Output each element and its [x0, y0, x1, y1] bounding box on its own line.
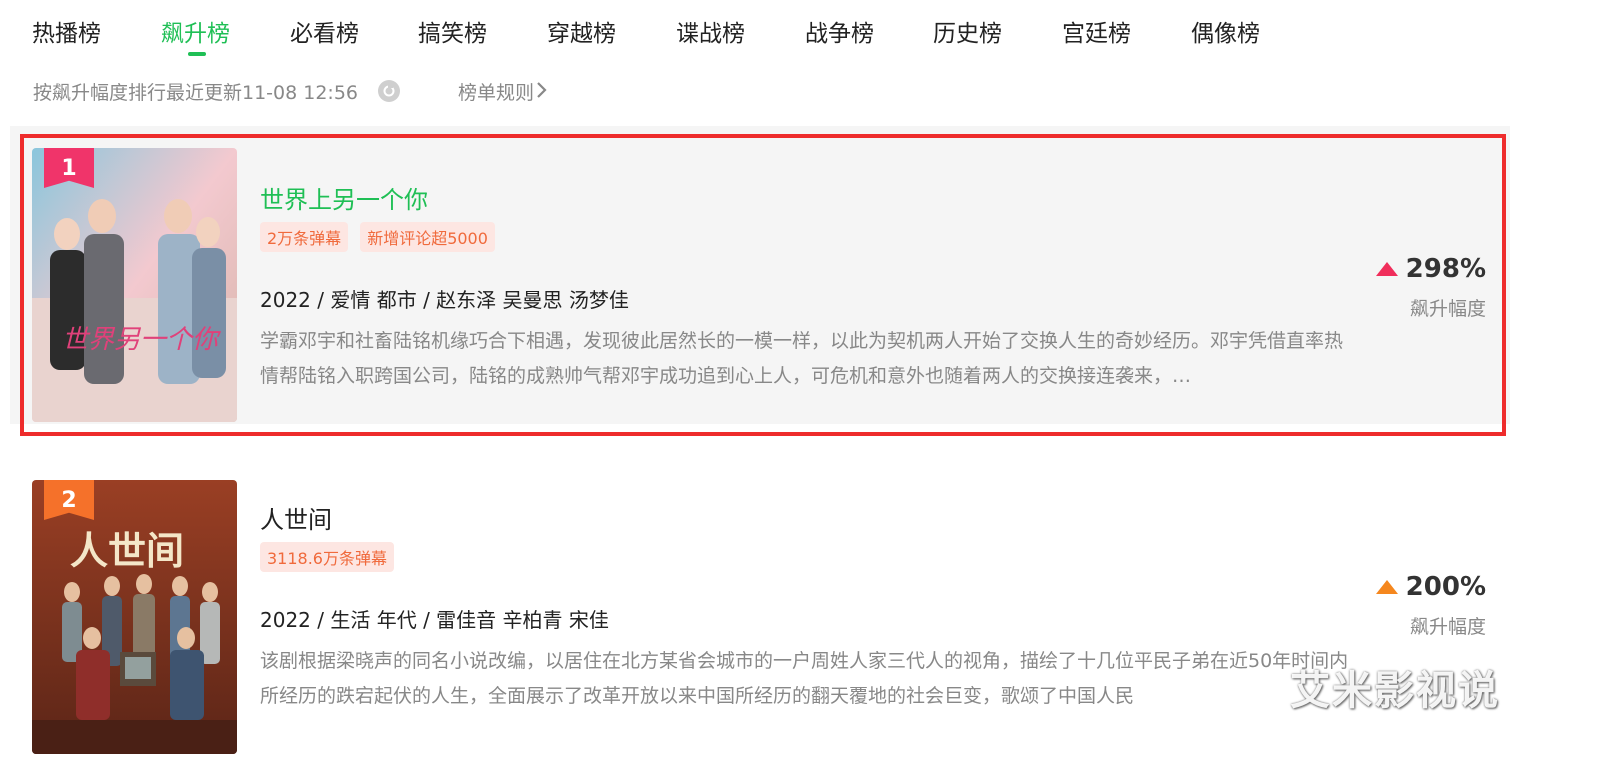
tag-list: 2万条弹幕 新增评论超5000	[260, 222, 495, 252]
rank-item-2[interactable]: 人世间 2 人世间 3118.6万条弹幕 2022 / 生活 年代 / 雷佳音 …	[10, 458, 1510, 756]
rate-block: 298% 飙升幅度	[1375, 254, 1486, 321]
poster-image[interactable]: 人世间 2	[32, 480, 237, 754]
rank-tabs: 热播榜 飙升榜 必看榜 搞笑榜 穿越榜 谍战榜 战争榜 历史榜 宫廷榜 偶像榜	[0, 0, 1608, 64]
tab-idol[interactable]: 偶像榜	[1191, 14, 1260, 48]
svg-text:人世间: 人世间	[70, 528, 184, 573]
rank-item-1[interactable]: 世界另一个你 1 世界上另一个你 2万条弹幕 新增评论超5000 2022 / …	[10, 126, 1510, 436]
item-meta: 2022 / 生活 年代 / 雷佳音 辛柏青 宋佳	[260, 608, 609, 632]
tab-time-travel[interactable]: 穿越榜	[547, 14, 616, 48]
refresh-icon[interactable]	[378, 80, 400, 102]
rank-rules-link[interactable]: 榜单规则	[458, 78, 534, 105]
svg-text:世界另一个你: 世界另一个你	[62, 325, 222, 355]
rate-block: 200% 飙升幅度	[1375, 572, 1486, 639]
tab-war[interactable]: 战争榜	[805, 14, 874, 48]
rise-rate-value: 298%	[1405, 254, 1486, 284]
tag-comments: 新增评论超5000	[360, 222, 495, 252]
rise-rate: 298%	[1375, 254, 1486, 284]
trend-up-icon	[1375, 580, 1398, 594]
item-title[interactable]: 世界上另一个你	[260, 180, 428, 215]
item-meta: 2022 / 爱情 都市 / 赵东泽 吴曼思 汤梦佳	[260, 288, 629, 312]
rise-rate-label: 飙升幅度	[1409, 616, 1486, 638]
poster-art: 人世间	[32, 480, 237, 754]
tab-comedy[interactable]: 搞笑榜	[418, 14, 487, 48]
tab-espionage[interactable]: 谍战榜	[676, 14, 745, 48]
tag-danmaku: 3118.6万条弹幕	[260, 542, 394, 572]
tag-danmaku: 2万条弹幕	[260, 222, 349, 252]
tab-hot[interactable]: 热播榜	[32, 14, 101, 48]
tab-palace[interactable]: 宫廷榜	[1062, 14, 1131, 48]
tag-list: 3118.6万条弹幕	[260, 542, 394, 572]
poster-art: 世界另一个你	[32, 148, 237, 422]
tab-rising[interactable]: 飙升榜	[161, 14, 230, 48]
item-description: 该剧根据梁晓声的同名小说改编，以居住在北方某省会城市的一户周姓人家三代人的视角，…	[260, 650, 1349, 707]
active-tab-indicator	[188, 52, 206, 56]
refresh-glyph	[383, 84, 395, 97]
rise-rate: 200%	[1375, 572, 1486, 602]
update-text: 按飙升幅度排行最近更新11-08 12:56	[33, 82, 359, 104]
item-title[interactable]: 人世间	[260, 500, 332, 535]
trend-up-icon	[1375, 262, 1398, 276]
chevron-right-icon[interactable]	[535, 79, 549, 106]
rise-rate-value: 200%	[1405, 572, 1486, 602]
tab-history[interactable]: 历史榜	[933, 14, 1002, 48]
watermark: 艾米影视说	[1290, 668, 1500, 714]
poster-image[interactable]: 世界另一个你 1	[32, 148, 237, 422]
rise-rate-label: 飙升幅度	[1409, 298, 1486, 320]
tab-must-watch[interactable]: 必看榜	[290, 14, 359, 48]
item-description: 学霸邓宇和社畜陆铭机缘巧合下相遇，发现彼此居然长的一模一样，以此为契机两人开始了…	[260, 330, 1344, 387]
